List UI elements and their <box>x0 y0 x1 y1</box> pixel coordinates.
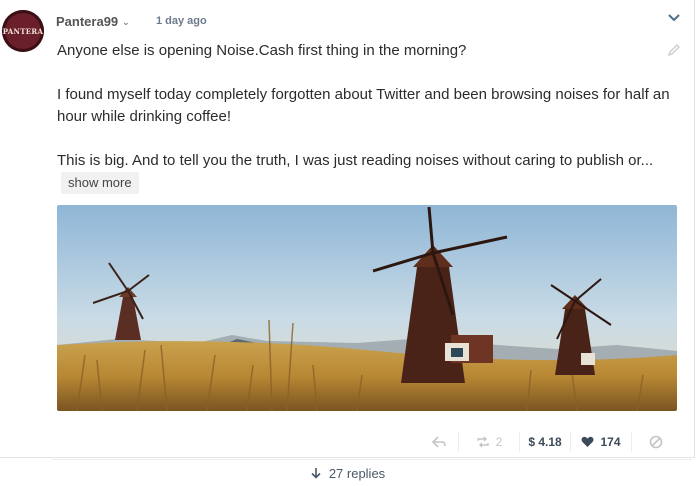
post-actions: 2 $ 4.18 174 <box>420 428 682 456</box>
show-more-button[interactable]: show more <box>61 172 139 194</box>
avatar[interactable]: PANTERA <box>2 10 44 52</box>
post-body: Anyone else is opening Noise.Cash first … <box>57 40 682 194</box>
block-button[interactable] <box>632 428 680 456</box>
reply-button[interactable] <box>420 428 458 456</box>
replies-label: 27 replies <box>328 465 386 481</box>
post-card: PANTERA Pantera99 ⌄ 1 day ago Anyone els… <box>0 0 695 458</box>
repost-icon <box>476 436 489 448</box>
windmills-image <box>57 205 677 411</box>
block-icon <box>649 435 663 449</box>
post-paragraph-text: This is big. And to tell you the truth, … <box>57 152 654 169</box>
repost-count: 2 <box>495 435 503 449</box>
replies-toggle[interactable]: 27 replies <box>0 462 696 484</box>
divider <box>52 459 692 460</box>
tip-button[interactable]: $ 4.18 <box>520 428 570 456</box>
author-name[interactable]: Pantera99 ⌄ <box>56 14 130 29</box>
like-button[interactable]: 174 <box>571 428 631 456</box>
author-label: Pantera99 <box>56 14 119 29</box>
avatar-text: PANTERA <box>2 26 44 36</box>
post-image[interactable] <box>57 205 677 411</box>
post-paragraph: I found myself today completely forgotte… <box>57 86 670 125</box>
tip-amount: $ 4.18 <box>528 435 562 449</box>
like-count: 174 <box>600 435 621 449</box>
reply-icon <box>432 436 446 448</box>
chevron-down-icon[interactable]: ⌄ <box>122 17 130 28</box>
post-paragraph: Anyone else is opening Noise.Cash first … <box>57 42 467 59</box>
arrow-down-icon <box>311 468 321 479</box>
repost-button[interactable]: 2 <box>459 428 519 456</box>
post-paragraph-truncated: This is big. And to tell you the truth, … <box>57 150 682 194</box>
heart-icon <box>581 436 594 447</box>
post-time: 1 day ago <box>156 15 207 27</box>
chevron-down-icon[interactable] <box>666 12 682 24</box>
